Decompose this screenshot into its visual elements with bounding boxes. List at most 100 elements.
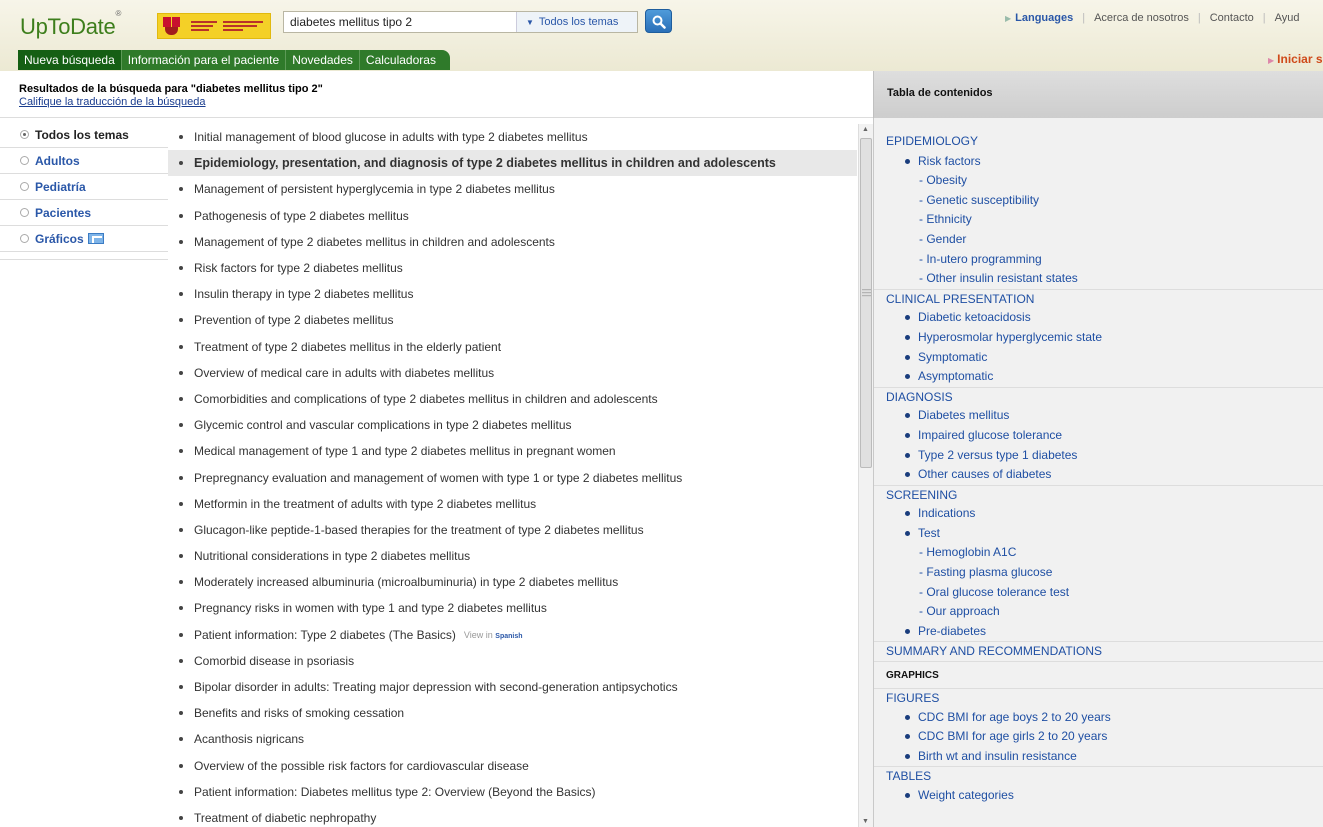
toc-item[interactable]: Symptomatic xyxy=(874,348,1323,368)
toc-subitem[interactable]: - Other insulin resistant states xyxy=(874,269,1323,289)
result-item[interactable]: Pregnancy risks in women with type 1 and… xyxy=(168,595,857,621)
graphics-icon xyxy=(87,233,104,244)
result-item[interactable]: Moderately increased albuminuria (microa… xyxy=(168,569,857,595)
result-item[interactable]: Glycemic control and vascular complicati… xyxy=(168,412,857,438)
toc-section-diagnosis[interactable]: DIAGNOSIS xyxy=(874,386,1323,407)
toc-section-screening[interactable]: SCREENING xyxy=(874,484,1323,505)
result-item[interactable]: Initial management of blood glucose in a… xyxy=(168,124,857,150)
tab-patient-info[interactable]: Información para el paciente xyxy=(122,50,287,70)
toc-item[interactable]: Indications xyxy=(874,504,1323,524)
result-item[interactable]: Overview of medical care in adults with … xyxy=(168,360,857,386)
result-item[interactable]: Management of type 2 diabetes mellitus i… xyxy=(168,229,857,255)
filter-patients[interactable]: Pacientes xyxy=(0,200,168,226)
result-item[interactable]: Overview of the possible risk factors fo… xyxy=(168,753,857,779)
result-item[interactable]: Treatment of type 2 diabetes mellitus in… xyxy=(168,334,857,360)
result-item[interactable]: Patient information: Diabetes mellitus t… xyxy=(168,779,857,805)
result-item[interactable]: Patient information: Type 2 diabetes (Th… xyxy=(168,622,857,648)
bullet-icon xyxy=(179,370,183,375)
result-item[interactable]: Comorbid disease in psoriasis xyxy=(168,648,857,674)
scope-label: Todos los temas xyxy=(538,16,619,28)
result-item[interactable]: Pathogenesis of type 2 diabetes mellitus xyxy=(168,203,857,229)
toc-item[interactable]: Type 2 versus type 1 diabetes xyxy=(874,446,1323,466)
scroll-down-icon[interactable]: ▼ xyxy=(862,818,869,825)
filter-graphics[interactable]: Gráficos xyxy=(0,226,168,252)
result-item[interactable]: Nutritional considerations in type 2 dia… xyxy=(168,543,857,569)
toc-item[interactable]: Risk factors xyxy=(874,152,1323,172)
filter-pediatrics[interactable]: Pediatría xyxy=(0,174,168,200)
result-item[interactable]: Treatment of diabetic nephropathy xyxy=(168,805,857,827)
toc-item[interactable]: Asymptomatic xyxy=(874,367,1323,387)
search-button[interactable] xyxy=(645,9,672,33)
scope-select[interactable]: ▼ Todos los temas xyxy=(516,12,637,32)
result-item[interactable]: Prevention of type 2 diabetes mellitus xyxy=(168,307,857,333)
bullet-icon xyxy=(179,396,183,401)
toc-section-summary[interactable]: SUMMARY AND RECOMMENDATIONS xyxy=(874,641,1323,661)
radio-icon xyxy=(20,156,29,165)
scroll-up-icon[interactable]: ▲ xyxy=(862,126,869,133)
toc-item[interactable]: Birth wt and insulin resistance xyxy=(874,747,1323,767)
result-item[interactable]: Metformin in the treatment of adults wit… xyxy=(168,491,857,517)
bullet-icon xyxy=(179,632,183,637)
ministry-text-mark-2 xyxy=(223,21,263,31)
toc-item[interactable]: Hyperosmolar hyperglycemic state xyxy=(874,328,1323,348)
toc-subitem[interactable]: - Ethnicity xyxy=(874,210,1323,230)
results-scrollbar[interactable]: ▲ ― ― ― ▼ xyxy=(858,124,873,827)
about-link[interactable]: Acerca de nosotros xyxy=(1094,12,1189,24)
toc-item[interactable]: Test xyxy=(874,524,1323,544)
result-item-selected[interactable]: Epidemiology, presentation, and diagnosi… xyxy=(168,150,857,177)
toc-subitem[interactable]: - Oral glucose tolerance test xyxy=(874,583,1323,603)
toc-item[interactable]: CDC BMI for age boys 2 to 20 years xyxy=(874,708,1323,728)
bullet-icon xyxy=(179,161,183,166)
result-item[interactable]: Medical management of type 1 and type 2 … xyxy=(168,438,857,464)
toc-subitem[interactable]: - Fasting plasma glucose xyxy=(874,563,1323,583)
toc-section-figures[interactable]: FIGURES xyxy=(874,688,1323,708)
result-item[interactable]: Acanthosis nigricans xyxy=(168,726,857,752)
arrow-right-icon: ▶ xyxy=(1005,13,1012,23)
result-item[interactable]: Management of persistent hyperglycemia i… xyxy=(168,176,857,202)
bullet-icon xyxy=(179,606,183,611)
uptodate-logo[interactable]: UpToDate® xyxy=(20,9,121,40)
toc-item[interactable]: Weight categories xyxy=(874,786,1323,806)
toc-section-epidemiology[interactable]: EPIDEMIOLOGY xyxy=(874,132,1323,152)
contact-link[interactable]: Contacto xyxy=(1210,12,1254,24)
toc-section-clinical[interactable]: CLINICAL PRESENTATION xyxy=(874,288,1323,309)
toc-item[interactable]: Diabetic ketoacidosis xyxy=(874,308,1323,328)
result-item[interactable]: Bipolar disorder in adults: Treating maj… xyxy=(168,674,857,700)
rate-translation-link[interactable]: Califique la traducción de la búsqueda xyxy=(19,96,206,108)
result-item[interactable]: Prepregnancy evaluation and management o… xyxy=(168,464,857,490)
toc-subitem[interactable]: - Hemoglobin A1C xyxy=(874,543,1323,563)
view-in-spanish[interactable]: View in Spanish xyxy=(464,630,523,640)
result-item[interactable]: Benefits and risks of smoking cessation xyxy=(168,700,857,726)
scrollbar-thumb[interactable] xyxy=(860,138,872,468)
toc-item[interactable]: CDC BMI for age girls 2 to 20 years xyxy=(874,727,1323,747)
ministry-text-mark xyxy=(191,21,217,31)
toc-subitem[interactable]: - In-utero programming xyxy=(874,250,1323,270)
toc-subitem[interactable]: - Genetic susceptibility xyxy=(874,191,1323,211)
toc-subitem[interactable]: - Gender xyxy=(874,230,1323,250)
toc-subitem[interactable]: - Our approach xyxy=(874,602,1323,622)
result-item[interactable]: Comorbidities and complications of type … xyxy=(168,386,857,412)
toc-section-tables[interactable]: TABLES xyxy=(874,766,1323,786)
languages-link[interactable]: Languages xyxy=(1015,12,1073,24)
toc-item[interactable]: Impaired glucose tolerance xyxy=(874,426,1323,446)
help-link[interactable]: Ayud xyxy=(1275,12,1300,24)
toc-item[interactable]: Pre-diabetes xyxy=(874,622,1323,642)
tab-calculators[interactable]: Calculadoras xyxy=(360,50,450,70)
signin-link[interactable]: ▶Iniciar sesió xyxy=(1268,52,1323,66)
toc-item[interactable]: Diabetes mellitus xyxy=(874,406,1323,426)
toc-item[interactable]: Other causes of diabetes xyxy=(874,465,1323,485)
tab-new-search[interactable]: Nueva búsqueda xyxy=(18,50,122,70)
filter-sidebar: Todos los temas Adultos Pediatría Pacien… xyxy=(0,122,168,260)
tab-whats-new[interactable]: Novedades xyxy=(286,50,360,70)
result-item[interactable]: Risk factors for type 2 diabetes mellitu… xyxy=(168,255,857,281)
radio-icon xyxy=(20,234,29,243)
filter-adults[interactable]: Adultos xyxy=(0,148,168,174)
result-item[interactable]: Glucagon-like peptide-1-based therapies … xyxy=(168,517,857,543)
result-item[interactable]: Insulin therapy in type 2 diabetes melli… xyxy=(168,281,857,307)
filter-all-topics[interactable]: Todos los temas xyxy=(0,122,168,148)
toc-subitem[interactable]: - Obesity xyxy=(874,171,1323,191)
bullet-icon xyxy=(179,475,183,480)
search-input[interactable] xyxy=(284,12,516,32)
bullet-icon xyxy=(179,266,183,271)
results-list: Initial management of blood glucose in a… xyxy=(168,124,857,827)
